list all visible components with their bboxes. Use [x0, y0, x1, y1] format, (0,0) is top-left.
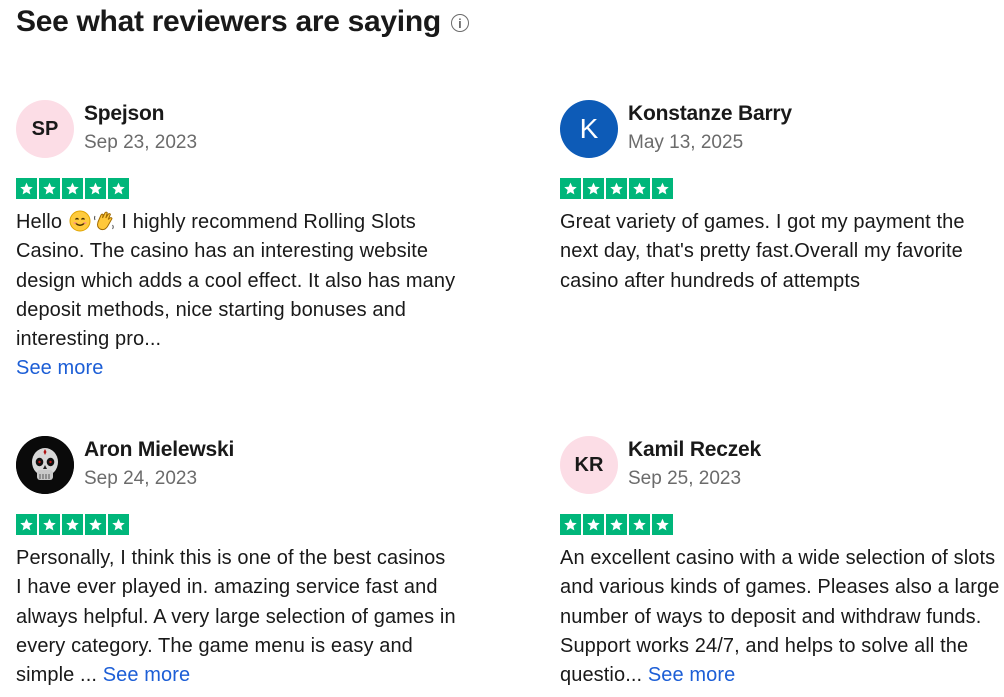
- star-icon: [560, 514, 581, 535]
- reviewer-name[interactable]: Aron Mielewski: [84, 437, 234, 463]
- review-date: Sep 24, 2023: [84, 468, 198, 489]
- star-rating: [16, 514, 456, 536]
- see-more-link[interactable]: See more: [16, 357, 104, 379]
- star-icon: [62, 514, 83, 535]
- review-card: K Konstanze Barry May 13, 2025 Great var…: [560, 100, 1000, 296]
- star-icon: [108, 178, 129, 199]
- review-card: KR Kamil Reczek Sep 25, 2023 An excellen…: [560, 436, 1000, 690]
- star-icon: [652, 514, 673, 535]
- star-icon: [108, 514, 129, 535]
- star-icon: [16, 514, 37, 535]
- star-rating: [16, 178, 456, 200]
- review-text: Hello I highly recommend Rolling Slots C…: [16, 208, 456, 384]
- info-circle-icon[interactable]: i: [450, 14, 469, 32]
- review-text: Great variety of games. I got my payment…: [560, 211, 965, 292]
- reviewer-info: Aron Mielewski Sep 24, 2023: [16, 436, 456, 496]
- star-icon: [583, 178, 604, 199]
- star-rating: [560, 178, 1000, 200]
- reviewer-info: SP Spejson Sep 23, 2023: [16, 100, 456, 160]
- reviewer-info: KR Kamil Reczek Sep 25, 2023: [560, 436, 1000, 496]
- avatar[interactable]: K: [560, 100, 618, 158]
- review-date: Sep 25, 2023: [628, 468, 742, 489]
- star-icon: [39, 514, 60, 535]
- review-date: Sep 23, 2023: [84, 132, 198, 153]
- review-text: An excellent casino with a wide selectio…: [560, 544, 1000, 690]
- star-icon: [16, 178, 37, 199]
- star-icon: [583, 514, 604, 535]
- avatar[interactable]: KR: [560, 436, 618, 494]
- star-icon: [652, 178, 673, 199]
- star-icon: [629, 178, 650, 199]
- star-icon: [62, 178, 83, 199]
- review-greeting: Hello: [16, 211, 63, 233]
- star-rating: [560, 514, 1000, 536]
- star-icon: [85, 514, 106, 535]
- review-body: An excellent casino with a wide selectio…: [560, 547, 1000, 687]
- page-title: See what reviewers are saying: [16, 5, 441, 38]
- star-icon: [560, 178, 581, 199]
- waving-hand-emoji: [93, 211, 114, 231]
- star-icon: [629, 514, 650, 535]
- reviewer-info: K Konstanze Barry May 13, 2025: [560, 100, 1000, 160]
- see-more-link[interactable]: See more: [103, 664, 191, 686]
- smiling-face-emoji: [69, 210, 91, 232]
- reviewer-name[interactable]: Spejson: [84, 101, 197, 127]
- review-card: Aron Mielewski Sep 24, 2023 Personally, …: [16, 436, 456, 690]
- reviews-header: See what reviewers are saying i: [16, 2, 469, 42]
- see-more-link[interactable]: See more: [648, 664, 736, 686]
- review-card: SP Spejson Sep 23, 2023 Hello I highly r…: [16, 100, 456, 384]
- review-text: Personally, I think this is one of the b…: [16, 544, 456, 690]
- star-icon: [39, 178, 60, 199]
- reviewer-name[interactable]: Kamil Reczek: [628, 437, 761, 463]
- star-icon: [606, 514, 627, 535]
- star-icon: [606, 178, 627, 199]
- review-date: May 13, 2025: [628, 132, 744, 153]
- skull-avatar-icon[interactable]: [16, 436, 74, 494]
- review-body: Personally, I think this is one of the b…: [16, 547, 456, 687]
- star-icon: [85, 178, 106, 199]
- avatar[interactable]: SP: [16, 100, 74, 158]
- reviewer-name[interactable]: Konstanze Barry: [628, 101, 792, 127]
